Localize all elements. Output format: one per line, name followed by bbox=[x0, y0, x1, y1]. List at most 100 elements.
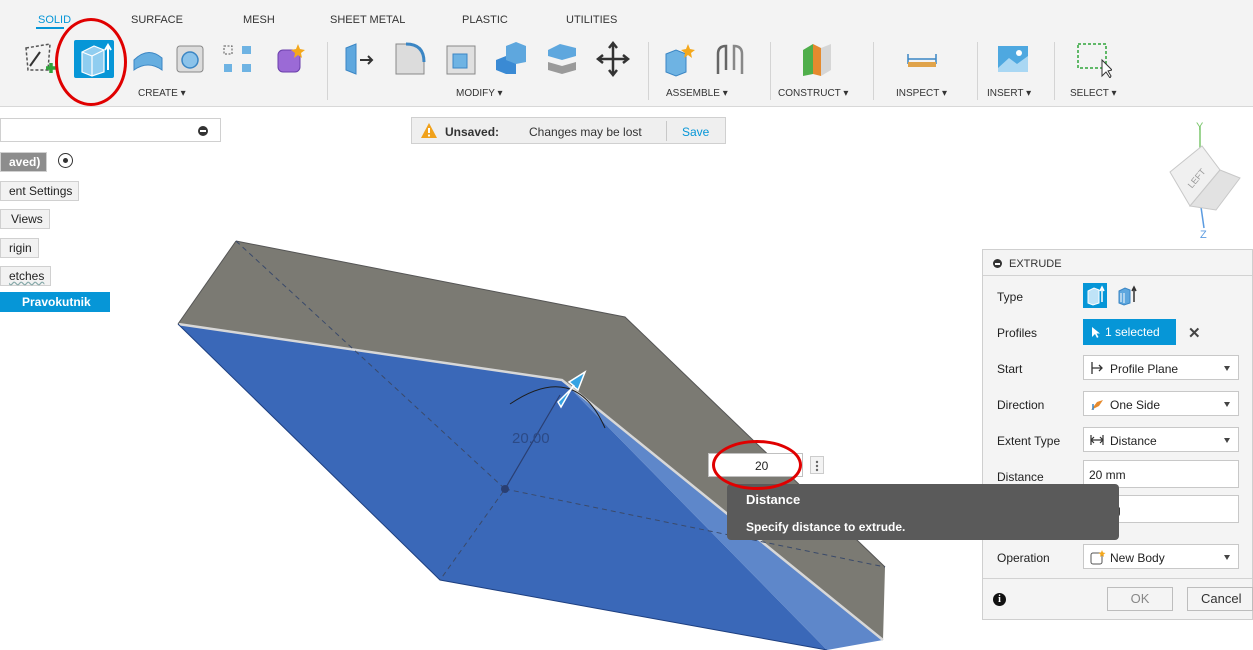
group-modify[interactable]: MODIFY ▾ bbox=[456, 88, 503, 99]
tab-mesh[interactable]: MESH bbox=[243, 14, 275, 26]
save-link[interactable]: Save bbox=[682, 125, 709, 139]
tooltip-body: Specify distance to extrude. bbox=[746, 520, 906, 534]
create-sketch-icon[interactable] bbox=[22, 40, 58, 78]
new-component-icon[interactable] bbox=[662, 40, 698, 78]
measure-icon[interactable] bbox=[904, 40, 940, 78]
collapse-icon[interactable] bbox=[993, 259, 1002, 268]
distance-value: 20 mm bbox=[1089, 468, 1126, 482]
chamfer-icon[interactable] bbox=[443, 40, 479, 78]
fillet-icon[interactable] bbox=[392, 40, 428, 78]
dialog-divider bbox=[983, 578, 1252, 579]
notification-separator bbox=[666, 121, 667, 141]
distance-label: Distance bbox=[997, 470, 1044, 484]
window-select-icon[interactable] bbox=[1076, 40, 1113, 79]
direction-label: Direction bbox=[997, 398, 1045, 412]
annotation-ring-distance bbox=[712, 440, 802, 490]
insert-image-icon[interactable] bbox=[995, 40, 1031, 78]
warning-icon bbox=[421, 123, 437, 138]
chevron-down-icon bbox=[1224, 438, 1230, 443]
type-thin-extrude-icon[interactable] bbox=[1115, 283, 1139, 308]
group-assemble[interactable]: ASSEMBLE ▾ bbox=[666, 88, 728, 99]
cancel-button[interactable]: Cancel bbox=[1187, 587, 1253, 611]
extrude-dialog-header[interactable]: EXTRUDE bbox=[983, 250, 1252, 276]
press-pull-icon[interactable] bbox=[342, 40, 378, 78]
unsaved-notification: Unsaved: Changes may be lost Save bbox=[411, 117, 726, 144]
shell-icon[interactable] bbox=[173, 40, 209, 78]
viewcube[interactable]: Y Z LEFT bbox=[1150, 120, 1250, 240]
tab-surface[interactable]: SURFACE bbox=[131, 14, 183, 26]
dimension-label: 20.00 bbox=[512, 430, 550, 447]
unsaved-label: Unsaved: bbox=[445, 125, 500, 139]
tab-utilities[interactable]: UTILITIES bbox=[566, 14, 617, 26]
browser-origin[interactable]: rigin bbox=[0, 238, 39, 258]
create-form-icon[interactable] bbox=[272, 40, 308, 78]
group-select[interactable]: SELECT ▾ bbox=[1070, 88, 1117, 99]
toolbar-separator bbox=[770, 42, 771, 100]
profiles-selection-button[interactable]: 1 selected bbox=[1083, 319, 1176, 345]
browser-document-node[interactable]: aved) bbox=[0, 152, 48, 172]
group-construct[interactable]: CONSTRUCT ▾ bbox=[778, 88, 848, 99]
toolbar-separator bbox=[977, 42, 978, 100]
distance-tooltip: Distance Specify distance to extrude. bbox=[727, 484, 1119, 540]
chevron-down-icon bbox=[1224, 402, 1230, 407]
new-body-icon bbox=[1090, 550, 1106, 565]
group-insert[interactable]: INSERT ▾ bbox=[987, 88, 1031, 99]
cursor-icon bbox=[1092, 327, 1100, 338]
extent-type-select[interactable]: Distance bbox=[1083, 427, 1239, 452]
combine-icon[interactable] bbox=[492, 40, 528, 78]
tab-sheet-metal[interactable]: SHEET METAL bbox=[330, 14, 405, 26]
distance-icon bbox=[1090, 435, 1104, 445]
toolbar-separator bbox=[327, 42, 328, 100]
chevron-down-icon bbox=[1224, 555, 1230, 560]
split-body-icon[interactable] bbox=[544, 40, 580, 78]
ok-button[interactable]: OK bbox=[1107, 587, 1173, 611]
ribbon-toolbar: SOLID SURFACE MESH SHEET METAL PLASTIC U… bbox=[0, 0, 1253, 107]
type-extrude-icon[interactable] bbox=[1083, 283, 1107, 308]
browser-document-settings[interactable]: ent Settings bbox=[0, 181, 80, 201]
extent-type-label: Extent Type bbox=[997, 434, 1061, 448]
move-copy-icon[interactable] bbox=[595, 40, 631, 78]
browser-named-views[interactable]: Views bbox=[0, 209, 50, 229]
annotation-ring-extrude bbox=[55, 18, 127, 106]
viewcube-z-label: Z bbox=[1200, 229, 1207, 240]
group-create[interactable]: CREATE ▾ bbox=[138, 88, 186, 99]
tooltip-title: Distance bbox=[746, 492, 801, 507]
clear-selection-icon[interactable]: ✕ bbox=[1188, 324, 1201, 342]
unsaved-message: Changes may be lost bbox=[529, 125, 642, 139]
operation-label: Operation bbox=[997, 551, 1050, 565]
profile-plane-icon bbox=[1091, 362, 1103, 374]
joint-icon[interactable] bbox=[712, 40, 748, 78]
browser-header[interactable] bbox=[0, 118, 221, 142]
extent-type-value: Distance bbox=[1110, 434, 1157, 448]
direction-select[interactable]: One Side bbox=[1083, 391, 1239, 416]
start-select[interactable]: Profile Plane bbox=[1083, 355, 1239, 380]
profiles-label: Profiles bbox=[997, 326, 1038, 340]
group-inspect[interactable]: INSPECT ▾ bbox=[896, 88, 947, 99]
operation-select[interactable]: New Body bbox=[1083, 544, 1239, 569]
tab-solid[interactable]: SOLID bbox=[38, 14, 71, 26]
start-label: Start bbox=[997, 362, 1023, 376]
info-icon[interactable]: i bbox=[993, 593, 1006, 606]
collapse-icon[interactable] bbox=[198, 126, 208, 136]
activate-component-icon[interactable] bbox=[58, 153, 73, 168]
more-options-icon[interactable] bbox=[810, 456, 824, 474]
browser-sketch-item[interactable]: Pravokutnik bbox=[0, 292, 110, 312]
extrude-dialog-title: EXTRUDE bbox=[1009, 258, 1062, 270]
rectangular-pattern-icon[interactable] bbox=[220, 40, 256, 78]
toolbar-separator bbox=[648, 42, 649, 100]
active-tab-indicator bbox=[36, 27, 64, 29]
start-value: Profile Plane bbox=[1110, 362, 1179, 376]
operation-value: New Body bbox=[1110, 551, 1165, 565]
toolbar-separator bbox=[873, 42, 874, 100]
profiles-value: 1 selected bbox=[1105, 325, 1160, 339]
revolve-icon[interactable] bbox=[130, 40, 166, 78]
one-side-icon bbox=[1091, 400, 1103, 410]
dimension-origin-dot bbox=[501, 485, 509, 493]
browser-sketches[interactable]: etches bbox=[0, 266, 52, 286]
chevron-down-icon bbox=[1224, 366, 1230, 371]
extrude-dialog: EXTRUDE Type Profiles 1 selected ✕ Start… bbox=[982, 249, 1253, 620]
viewcube-y-label: Y bbox=[1196, 121, 1204, 133]
type-label: Type bbox=[997, 290, 1024, 304]
offset-plane-icon[interactable] bbox=[799, 40, 835, 78]
tab-plastic[interactable]: PLASTIC bbox=[462, 14, 508, 26]
